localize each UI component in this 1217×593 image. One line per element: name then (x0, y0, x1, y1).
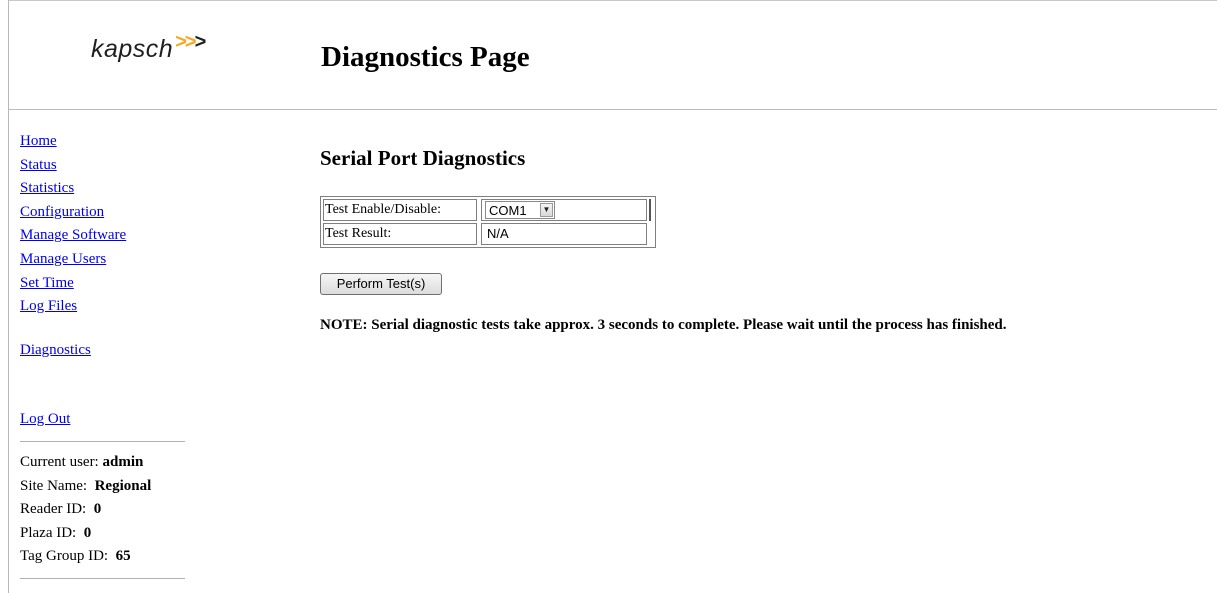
nav-link-diagnostics[interactable]: Diagnostics (20, 339, 190, 363)
test-result-value: N/A (487, 226, 509, 241)
com-port-selected-value: COM1 (489, 203, 527, 218)
current-user-value: admin (102, 453, 144, 470)
tag-group-id-value: 65 (115, 548, 131, 565)
nav-link-status[interactable]: Status (20, 154, 190, 178)
main-content: Serial Port Diagnostics Test Enable/Disa… (320, 146, 1007, 333)
page-title: Diagnostics Page (321, 41, 530, 73)
diagnostics-table: Test Enable/Disable: COM1 ▼ Test Result:… (320, 196, 656, 248)
table-scroll-edge (649, 199, 651, 221)
logo-wordmark: kapsch (91, 35, 174, 63)
reader-id-label: Reader ID: (20, 501, 87, 518)
site-name-label: Site Name: (20, 477, 88, 494)
sidebar-nav: Home Status Statistics Configuration Man… (20, 130, 190, 432)
nav-link-set-time[interactable]: Set Time (20, 272, 190, 296)
plaza-id-value: 0 (83, 524, 92, 541)
nav-link-configuration[interactable]: Configuration (20, 201, 190, 225)
com-port-select[interactable]: COM1 ▼ (485, 201, 555, 219)
perform-tests-button[interactable]: Perform Test(s) (320, 273, 442, 295)
section-title: Serial Port Diagnostics (320, 146, 526, 170)
logo-arrow-dark: > (194, 31, 207, 53)
test-enable-label: Test Enable/Disable: (323, 199, 477, 221)
logout-link[interactable]: Log Out (20, 408, 190, 432)
diagnostics-note: NOTE: Serial diagnostic tests take appro… (320, 317, 1007, 333)
test-result-label: Test Result: (323, 223, 477, 245)
nav-link-log-files[interactable]: Log Files (20, 295, 190, 319)
sidebar: Home Status Statistics Configuration Man… (20, 130, 190, 588)
nav-link-home[interactable]: Home (20, 130, 190, 154)
logo-arrows-icon: >>> (175, 31, 207, 53)
logo-arrows-orange: >> (175, 31, 196, 53)
dropdown-arrow-icon[interactable]: ▼ (540, 203, 553, 217)
header-divider (9, 109, 1217, 110)
current-user-label: Current user: (20, 453, 99, 470)
nav-link-manage-users[interactable]: Manage Users (20, 248, 190, 272)
plaza-id-label: Plaza ID: (20, 524, 77, 541)
nav-link-manage-software[interactable]: Manage Software (20, 224, 190, 248)
tag-group-id-label: Tag Group ID: (20, 548, 109, 565)
kapsch-logo: kapsch >>> (91, 31, 206, 64)
reader-id-line: Reader ID: 0 (20, 498, 190, 522)
tag-group-id-line: Tag Group ID: 65 (20, 545, 190, 569)
reader-id-value: 0 (93, 501, 102, 518)
plaza-id-line: Plaza ID: 0 (20, 522, 190, 546)
site-name-value: Regional (94, 477, 152, 494)
test-enable-cell: COM1 ▼ (481, 199, 647, 221)
page-header: kapsch >>> Diagnostics Page (9, 1, 1217, 109)
sidebar-bottom-divider (20, 577, 185, 579)
test-result-cell: N/A (481, 223, 647, 245)
current-user-line: Current user: admin (20, 451, 190, 475)
sidebar-divider (20, 440, 185, 442)
site-name-line: Site Name: Regional (20, 475, 190, 499)
session-info: Current user: admin Site Name: Regional … (20, 451, 190, 569)
nav-link-statistics[interactable]: Statistics (20, 177, 190, 201)
